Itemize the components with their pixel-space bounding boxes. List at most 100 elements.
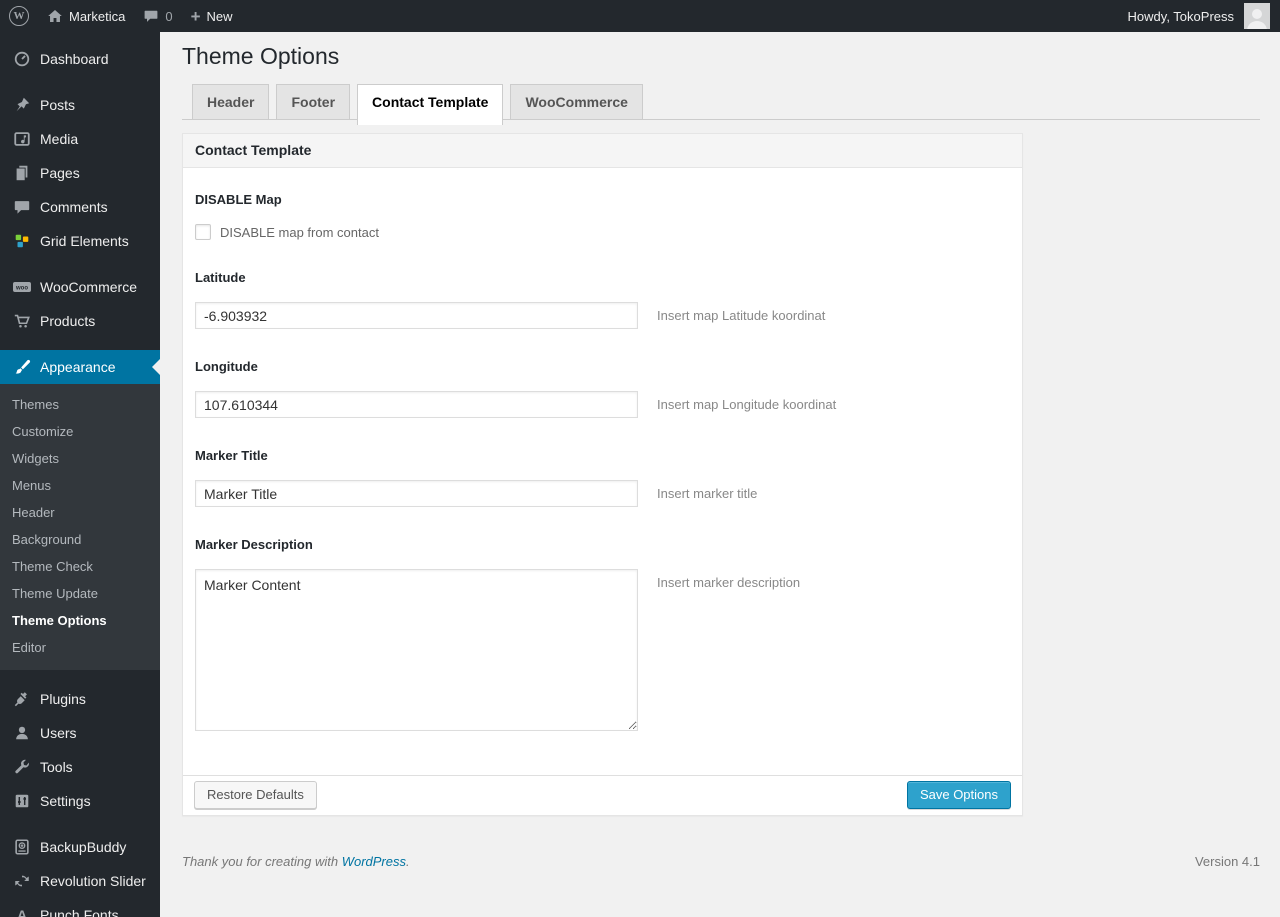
menu-separator — [0, 818, 160, 830]
disable-map-field: DISABLE Map DISABLE map from contact — [195, 192, 1010, 240]
user-icon — [12, 723, 32, 743]
latitude-field: Latitude Insert map Latitude koordinat — [195, 270, 1010, 329]
admin-footer: Thank you for creating with WordPress. V… — [182, 834, 1260, 885]
panel-footer: Restore Defaults Save Options — [183, 775, 1022, 815]
site-name-link[interactable]: Marketica — [38, 0, 134, 32]
tab-footer[interactable]: Footer — [276, 84, 351, 119]
contact-template-panel: Contact Template DISABLE Map DISABLE map… — [182, 133, 1023, 816]
refresh-arrows-icon — [12, 871, 32, 891]
submenu-theme-check[interactable]: Theme Check — [0, 553, 160, 580]
appearance-submenu: Themes Customize Widgets Menus Header Ba… — [0, 384, 160, 670]
submenu-customize[interactable]: Customize — [0, 418, 160, 445]
sidebar-item-pages[interactable]: Pages — [0, 156, 160, 190]
site-name-label: Marketica — [69, 8, 126, 24]
sidebar-item-grid-elements[interactable]: Grid Elements — [0, 224, 160, 258]
page-title: Theme Options — [182, 43, 340, 69]
longitude-hint: Insert map Longitude koordinat — [657, 397, 837, 412]
sidebar-item-backupbuddy[interactable]: BackupBuddy — [0, 830, 160, 864]
dashboard-gauge-icon — [12, 49, 32, 69]
submenu-editor[interactable]: Editor — [0, 634, 160, 661]
admin-sidebar: Dashboard Posts Media Pages Comments Gri… — [0, 32, 160, 917]
restore-defaults-button[interactable]: Restore Defaults — [194, 781, 317, 809]
panel-body: DISABLE Map DISABLE map from contact Lat… — [183, 168, 1022, 775]
svg-text:woo: woo — [15, 286, 28, 292]
howdy-account-link[interactable]: Howdy, TokoPress — [1120, 9, 1242, 24]
disable-map-label: DISABLE Map — [195, 192, 282, 207]
comments-icon — [12, 197, 32, 217]
menu-separator — [0, 338, 160, 350]
sidebar-item-settings[interactable]: Settings — [0, 784, 160, 818]
font-letter-icon: A — [16, 907, 28, 917]
tab-woocommerce[interactable]: WooCommerce — [510, 84, 643, 119]
comment-bubble-icon — [143, 8, 159, 24]
submenu-theme-update[interactable]: Theme Update — [0, 580, 160, 607]
theme-options-tabs: Header Footer Contact Template WooCommer… — [182, 84, 1260, 125]
user-avatar[interactable] — [1244, 3, 1270, 29]
footer-thanks: Thank you for creating with WordPress. — [182, 854, 410, 869]
marker-title-label: Marker Title — [195, 448, 268, 463]
submenu-background[interactable]: Background — [0, 526, 160, 553]
submenu-themes[interactable]: Themes — [0, 391, 160, 418]
admin-bar: W Marketica 0 + New Howdy, TokoPress — [0, 0, 1280, 32]
submenu-theme-options[interactable]: Theme Options — [0, 607, 160, 634]
wordpress-link[interactable]: WordPress — [342, 854, 406, 869]
paintbrush-icon — [12, 357, 32, 377]
version-label: Version 4.1 — [1194, 854, 1260, 869]
home-icon — [47, 8, 63, 24]
sidebar-item-appearance[interactable]: Appearance — [0, 350, 160, 384]
sidebar-item-woocommerce[interactable]: woo WooCommerce — [0, 270, 160, 304]
sidebar-item-posts[interactable]: Posts — [0, 88, 160, 122]
backup-disk-icon — [12, 837, 32, 857]
sidebar-item-tools[interactable]: Tools — [0, 750, 160, 784]
wordpress-logo-menu[interactable]: W — [0, 0, 38, 32]
new-content-menu[interactable]: + New — [182, 0, 242, 32]
disable-map-checkbox-label[interactable]: DISABLE map from contact — [220, 225, 379, 240]
longitude-input[interactable] — [195, 391, 638, 418]
marker-title-input[interactable] — [195, 480, 638, 507]
plus-icon: + — [190, 6, 201, 26]
sidebar-item-dashboard[interactable]: Dashboard — [0, 42, 160, 76]
longitude-field: Longitude Insert map Longitude koordinat — [195, 359, 1010, 418]
comments-shortcut[interactable]: 0 — [134, 0, 181, 32]
sidebar-item-comments[interactable]: Comments — [0, 190, 160, 224]
sidebar-item-plugins[interactable]: Plugins — [0, 682, 160, 716]
latitude-input[interactable] — [195, 302, 638, 329]
tab-contact-template[interactable]: Contact Template — [357, 84, 504, 125]
menu-separator — [0, 670, 160, 682]
marker-title-field: Marker Title Insert marker title — [195, 448, 1010, 507]
comment-count: 0 — [165, 8, 173, 24]
sidebar-item-punch-fonts[interactable]: A Punch Fonts — [0, 898, 160, 917]
marker-description-textarea[interactable]: Marker Content — [195, 569, 638, 731]
pushpin-icon — [12, 95, 32, 115]
wordpress-logo-icon: W — [9, 6, 29, 26]
cart-icon — [12, 311, 32, 331]
pages-icon — [12, 163, 32, 183]
menu-separator — [0, 258, 160, 270]
menu-separator — [0, 76, 160, 88]
tab-header[interactable]: Header — [192, 84, 270, 119]
latitude-label: Latitude — [195, 270, 246, 285]
submenu-header[interactable]: Header — [0, 499, 160, 526]
marker-title-hint: Insert marker title — [657, 486, 758, 501]
sidebar-item-products[interactable]: Products — [0, 304, 160, 338]
latitude-hint: Insert map Latitude koordinat — [657, 308, 826, 323]
submenu-menus[interactable]: Menus — [0, 472, 160, 499]
wrench-icon — [12, 757, 32, 777]
grid-elements-icon — [12, 231, 32, 251]
disable-map-checkbox[interactable] — [195, 224, 211, 240]
woocommerce-badge-icon: woo — [12, 277, 32, 297]
submenu-widgets[interactable]: Widgets — [0, 445, 160, 472]
plug-icon — [12, 689, 32, 709]
sidebar-item-media[interactable]: Media — [0, 122, 160, 156]
sidebar-item-revolution-slider[interactable]: Revolution Slider — [0, 864, 160, 898]
sliders-icon — [12, 791, 32, 811]
sidebar-item-users[interactable]: Users — [0, 716, 160, 750]
panel-title: Contact Template — [183, 134, 1022, 168]
main-content: Theme Options Header Footer Contact Temp… — [160, 0, 1280, 885]
save-options-button[interactable]: Save Options — [906, 781, 1011, 809]
marker-description-label: Marker Description — [195, 537, 313, 552]
longitude-label: Longitude — [195, 359, 258, 374]
marker-description-hint: Insert marker description — [657, 575, 801, 590]
media-icon — [12, 129, 32, 149]
new-label: New — [206, 8, 233, 24]
